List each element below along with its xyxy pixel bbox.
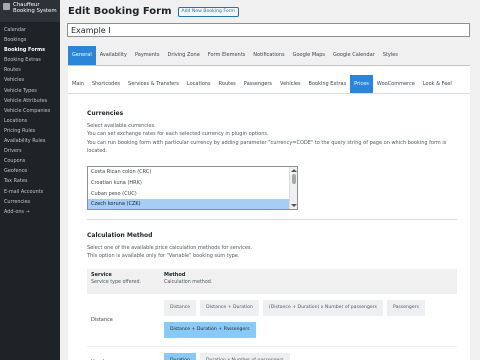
service-name: Hourly bbox=[87, 347, 161, 360]
table-row: HourlyDurationDuration x Number of passe… bbox=[87, 346, 457, 360]
sidebar-item-currencies[interactable]: Currencies bbox=[0, 197, 60, 207]
sidebar-item-vehicle-companies[interactable]: Vehicle Companies bbox=[0, 106, 60, 116]
method-option-button[interactable]: Duration x Number of passengers bbox=[199, 353, 290, 360]
calc-method-title: Calculation Method bbox=[87, 232, 153, 239]
currency-option[interactable]: Costa Rican colon (CRC) bbox=[88, 167, 297, 178]
calc-method-section: Calculation Method Select one of the ava… bbox=[87, 232, 457, 261]
add-new-booking-form-button[interactable]: Add New Booking Form bbox=[177, 6, 239, 17]
car-icon bbox=[3, 3, 10, 10]
admin-sidebar: Chauffeur Booking System Calendar Booking… bbox=[0, 0, 60, 360]
method-option-button[interactable]: Distance bbox=[164, 300, 197, 316]
sidebar-item-geofence[interactable]: Geofence bbox=[0, 166, 60, 176]
sidebar-item-tax-rates[interactable]: Tax Rates bbox=[0, 176, 60, 186]
sidebar-item-vehicle-attributes[interactable]: Vehicle Attributes bbox=[0, 96, 60, 106]
main-tabs: General Availability Payments Driving Zone F… bbox=[68, 46, 470, 66]
currencies-title: Currencies bbox=[87, 110, 124, 117]
plugin-name: Chauffeur Booking System bbox=[13, 2, 57, 15]
table-row: Distance Distance Distance + Duration (Dist… bbox=[87, 293, 457, 346]
sidebar-item-availability-rules[interactable]: Availability Rules bbox=[0, 136, 60, 146]
subtab-shortcodes[interactable]: Shortcodes bbox=[88, 75, 124, 93]
tab-availability[interactable]: Availability bbox=[96, 46, 131, 65]
sidebar-item-booking-extras[interactable]: Booking Extras bbox=[0, 55, 60, 65]
subtab-main[interactable]: Main bbox=[68, 75, 88, 93]
tab-google-calendar[interactable]: Google Calendar bbox=[329, 46, 379, 65]
currency-option[interactable]: Cuban peso (CUC) bbox=[88, 189, 297, 200]
tab-general[interactable]: General bbox=[68, 46, 96, 65]
currencies-desc-2: You can set exchange rates for each sele… bbox=[87, 131, 269, 138]
sidebar-item-vehicle-types[interactable]: Vehicle Types bbox=[0, 86, 60, 96]
subtab-services-transfers[interactable]: Services & Transfers bbox=[124, 75, 183, 93]
method-option-button[interactable]: Distance + Duration + Passengers bbox=[164, 322, 256, 338]
service-header: Service bbox=[91, 272, 112, 278]
main-content: Edit Booking Form Add New Booking Form G… bbox=[60, 0, 480, 360]
subtab-vehicles[interactable]: Vehicles bbox=[276, 75, 305, 93]
sidebar-item-bookings[interactable]: Bookings bbox=[0, 35, 60, 45]
subtab-woocommerce[interactable]: WooCommerce bbox=[373, 75, 419, 93]
currencies-listbox[interactable]: Costa Rican colon (CRC) Croatian kuna (HR… bbox=[87, 166, 298, 210]
method-header: Method bbox=[164, 272, 186, 278]
calc-method-table: Service Service type offered. Method Cal… bbox=[87, 269, 457, 360]
scroll-down-icon[interactable] bbox=[291, 204, 297, 207]
tab-driving-zone[interactable]: Driving Zone bbox=[163, 46, 203, 65]
sidebar-item-locations[interactable]: Locations bbox=[0, 116, 60, 126]
sidebar-item-routes[interactable]: Routes bbox=[0, 65, 60, 75]
sidebar-item-pricing-rules[interactable]: Pricing Rules bbox=[0, 126, 60, 136]
plugin-menu-header[interactable]: Chauffeur Booking System bbox=[0, 0, 60, 22]
sidebar-item-coupons[interactable]: Coupons bbox=[0, 156, 60, 166]
method-option-button[interactable]: (Distance + Duration) x Number of passen… bbox=[262, 300, 384, 316]
subtab-booking-extras[interactable]: Booking Extras bbox=[305, 75, 351, 93]
subtab-passengers[interactable]: Passengers bbox=[240, 75, 276, 93]
method-options: DurationDuration x Number of passengers bbox=[161, 347, 457, 360]
service-name: Distance bbox=[91, 317, 113, 323]
currencies-desc-1: Select available currencies. bbox=[87, 123, 156, 129]
tab-payments[interactable]: Payments bbox=[131, 46, 164, 65]
subtab-look-feel[interactable]: Look & Feel bbox=[419, 75, 456, 93]
currency-option[interactable]: Czech koruna (CZK) bbox=[88, 199, 297, 209]
method-header-sub: Calculation method. bbox=[164, 280, 213, 285]
method-option-button[interactable]: Passengers bbox=[387, 300, 425, 316]
method-option-button[interactable]: Duration bbox=[164, 353, 196, 360]
sub-tabs: Main Shortcodes Services & Transfers Locati… bbox=[68, 75, 470, 94]
calc-method-desc-1: Select one of the available price calcul… bbox=[87, 245, 253, 251]
sidebar-item-calendar[interactable]: Calendar bbox=[0, 25, 60, 35]
method-option-button[interactable]: Distance + Duration bbox=[200, 300, 259, 316]
sidebar-item-booking-forms[interactable]: Booking Forms bbox=[0, 45, 60, 55]
tab-notifications[interactable]: Notifications bbox=[249, 46, 288, 65]
subtab-routes[interactable]: Routes bbox=[215, 75, 240, 93]
currencies-desc-3: You can run booking form with particular… bbox=[87, 139, 447, 155]
table-header: Service Service type offered. Method Cal… bbox=[87, 269, 457, 293]
scroll-up-icon[interactable] bbox=[291, 169, 297, 172]
tab-google-maps[interactable]: Google Maps bbox=[289, 46, 329, 65]
page-title: Edit Booking Form bbox=[68, 6, 172, 17]
listbox-scrollbar[interactable] bbox=[289, 167, 297, 209]
plugin-submenu: Calendar Bookings Booking Forms Booking Ext… bbox=[0, 22, 60, 217]
subtab-locations[interactable]: Locations bbox=[183, 75, 215, 93]
subtab-prices[interactable]: Prices bbox=[350, 75, 373, 93]
tab-form-elements[interactable]: Form Elements bbox=[204, 46, 250, 65]
scroll-thumb[interactable] bbox=[292, 174, 296, 184]
currency-option[interactable]: Croatian kuna (HRK) bbox=[88, 178, 297, 189]
currencies-section: Currencies Select available currencies. … bbox=[87, 110, 457, 156]
section-divider bbox=[87, 219, 457, 220]
sidebar-item-add-ons[interactable]: Add-ons → bbox=[0, 207, 60, 217]
tab-styles[interactable]: Styles bbox=[379, 46, 402, 65]
method-options: Distance Distance + Duration (Distance + D… bbox=[161, 294, 457, 346]
sidebar-item-e-mail-accounts[interactable]: E-mail Accounts bbox=[0, 187, 60, 197]
service-header-sub: Service type offered. bbox=[91, 280, 142, 285]
sidebar-item-vehicles[interactable]: Vehicles bbox=[0, 75, 60, 85]
sidebar-item-drivers[interactable]: Drivers bbox=[0, 146, 60, 156]
calc-method-desc-2: This option is available only for "Varia… bbox=[87, 253, 240, 260]
form-title-input[interactable] bbox=[67, 23, 470, 37]
